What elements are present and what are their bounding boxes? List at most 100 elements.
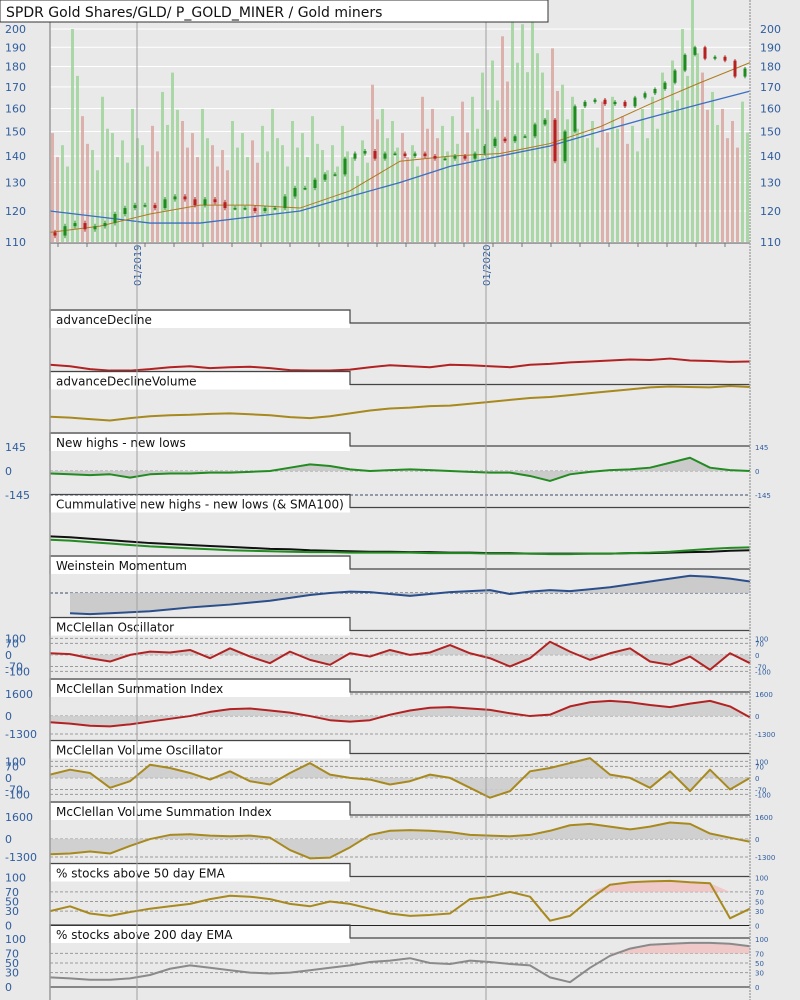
volume-bar <box>721 108 724 243</box>
volume-bar <box>321 150 324 242</box>
volume-bar <box>641 108 644 243</box>
volume-bar <box>151 125 154 242</box>
panel-tick-left: 30 <box>5 967 19 980</box>
volume-bar <box>741 101 744 242</box>
price-tick-left: 200 <box>5 23 26 36</box>
panel-tick-right: 70 <box>755 640 764 648</box>
volume-bar <box>441 125 444 242</box>
volume-bar <box>481 72 484 242</box>
candlestick <box>593 99 597 102</box>
price-tick-left: 160 <box>5 103 26 116</box>
volume-bar <box>391 121 394 242</box>
volume-bar <box>236 147 239 242</box>
panel-tick-right: 70 <box>755 763 764 771</box>
panel-tick-left: -1300 <box>5 728 37 741</box>
candlestick <box>83 223 87 230</box>
candlestick <box>633 97 637 107</box>
volume-bar <box>326 170 329 242</box>
volume-bar <box>126 162 129 242</box>
panel-tick-right: -1300 <box>755 854 775 862</box>
candlestick <box>313 179 317 189</box>
volume-bar <box>71 29 74 243</box>
panel-title: McClellan Summation Index <box>56 682 223 696</box>
volume-bar <box>276 138 279 242</box>
volume-bar <box>76 75 79 242</box>
volume-bar <box>181 121 184 242</box>
volume-bar <box>331 145 334 242</box>
panel-tick-right: 0 <box>755 468 759 476</box>
price-tick-left: 150 <box>5 125 26 138</box>
volume-bar <box>606 132 609 242</box>
date-label: 01/2020 <box>482 244 493 286</box>
volume-bar <box>426 128 429 242</box>
panel-tick-right: 1600 <box>755 691 773 699</box>
panel-tick-right: -1300 <box>755 731 775 739</box>
candlestick <box>673 70 677 83</box>
candlestick <box>583 101 587 107</box>
volume-bar <box>381 108 384 243</box>
candlestick <box>523 136 527 138</box>
candlestick <box>623 101 627 107</box>
volume-bar <box>461 101 464 242</box>
candlestick <box>553 119 557 162</box>
volume-bar <box>506 81 509 242</box>
candlestick <box>463 156 467 159</box>
panel-tick-right: 0 <box>755 923 759 931</box>
panel-tick-left: 100 <box>5 933 26 946</box>
volume-bar <box>591 121 594 242</box>
volume-bar <box>671 60 674 242</box>
panel-tick-left: 0 <box>5 981 12 994</box>
panel-title: advanceDecline <box>56 313 152 327</box>
candlestick <box>473 153 477 159</box>
volume-bar <box>366 162 369 242</box>
volume-bar <box>406 157 409 242</box>
volume-bar <box>471 96 474 242</box>
volume-bar <box>191 133 194 242</box>
volume-bar <box>421 96 424 242</box>
volume-bar <box>596 147 599 242</box>
volume-bar <box>336 166 339 242</box>
price-tick-right: 130 <box>760 176 781 189</box>
candlestick <box>103 223 107 227</box>
volume-bar <box>431 108 434 243</box>
candlestick <box>343 158 347 175</box>
volume-bar <box>546 109 549 242</box>
volume-bar <box>171 72 174 242</box>
volume-bar <box>446 151 449 242</box>
volume-bar <box>691 0 694 242</box>
panel-title: McClellan Volume Summation Index <box>56 805 272 819</box>
price-tick-right: 170 <box>760 81 781 94</box>
panel-title: advanceDeclineVolume <box>56 375 197 389</box>
candlestick <box>93 226 97 230</box>
panel-tick-left: 0 <box>5 710 12 723</box>
candlestick <box>233 208 237 210</box>
volume-bar <box>686 75 689 242</box>
price-tick-right: 190 <box>760 41 781 54</box>
price-tick-left: 180 <box>5 61 26 74</box>
volume-bar <box>731 121 734 242</box>
panel-tick-right: 100 <box>755 875 768 883</box>
candlestick <box>363 151 367 154</box>
volume-bar <box>51 133 54 242</box>
candlestick <box>273 208 277 210</box>
panel-tick-left: 0 <box>5 920 12 933</box>
candlestick <box>423 153 427 157</box>
candlestick <box>543 119 547 125</box>
volume-bar <box>121 140 124 242</box>
candlestick <box>323 174 327 180</box>
candlestick <box>213 199 217 203</box>
volume-bar <box>676 100 679 243</box>
panel-tick-left: -100 <box>5 788 30 801</box>
volume-bar <box>116 157 119 242</box>
panel-tick-left: -100 <box>5 665 30 678</box>
volume-bar <box>616 128 619 242</box>
volume-bar <box>646 138 649 242</box>
volume-bar <box>536 53 539 242</box>
candlestick <box>743 68 747 77</box>
price-tick-left: 170 <box>5 81 26 94</box>
volume-bar <box>726 138 729 242</box>
volume-bar <box>56 157 59 242</box>
candlestick <box>503 138 507 142</box>
panel-title: % stocks above 50 day EMA <box>56 867 226 881</box>
candlestick <box>133 205 137 209</box>
